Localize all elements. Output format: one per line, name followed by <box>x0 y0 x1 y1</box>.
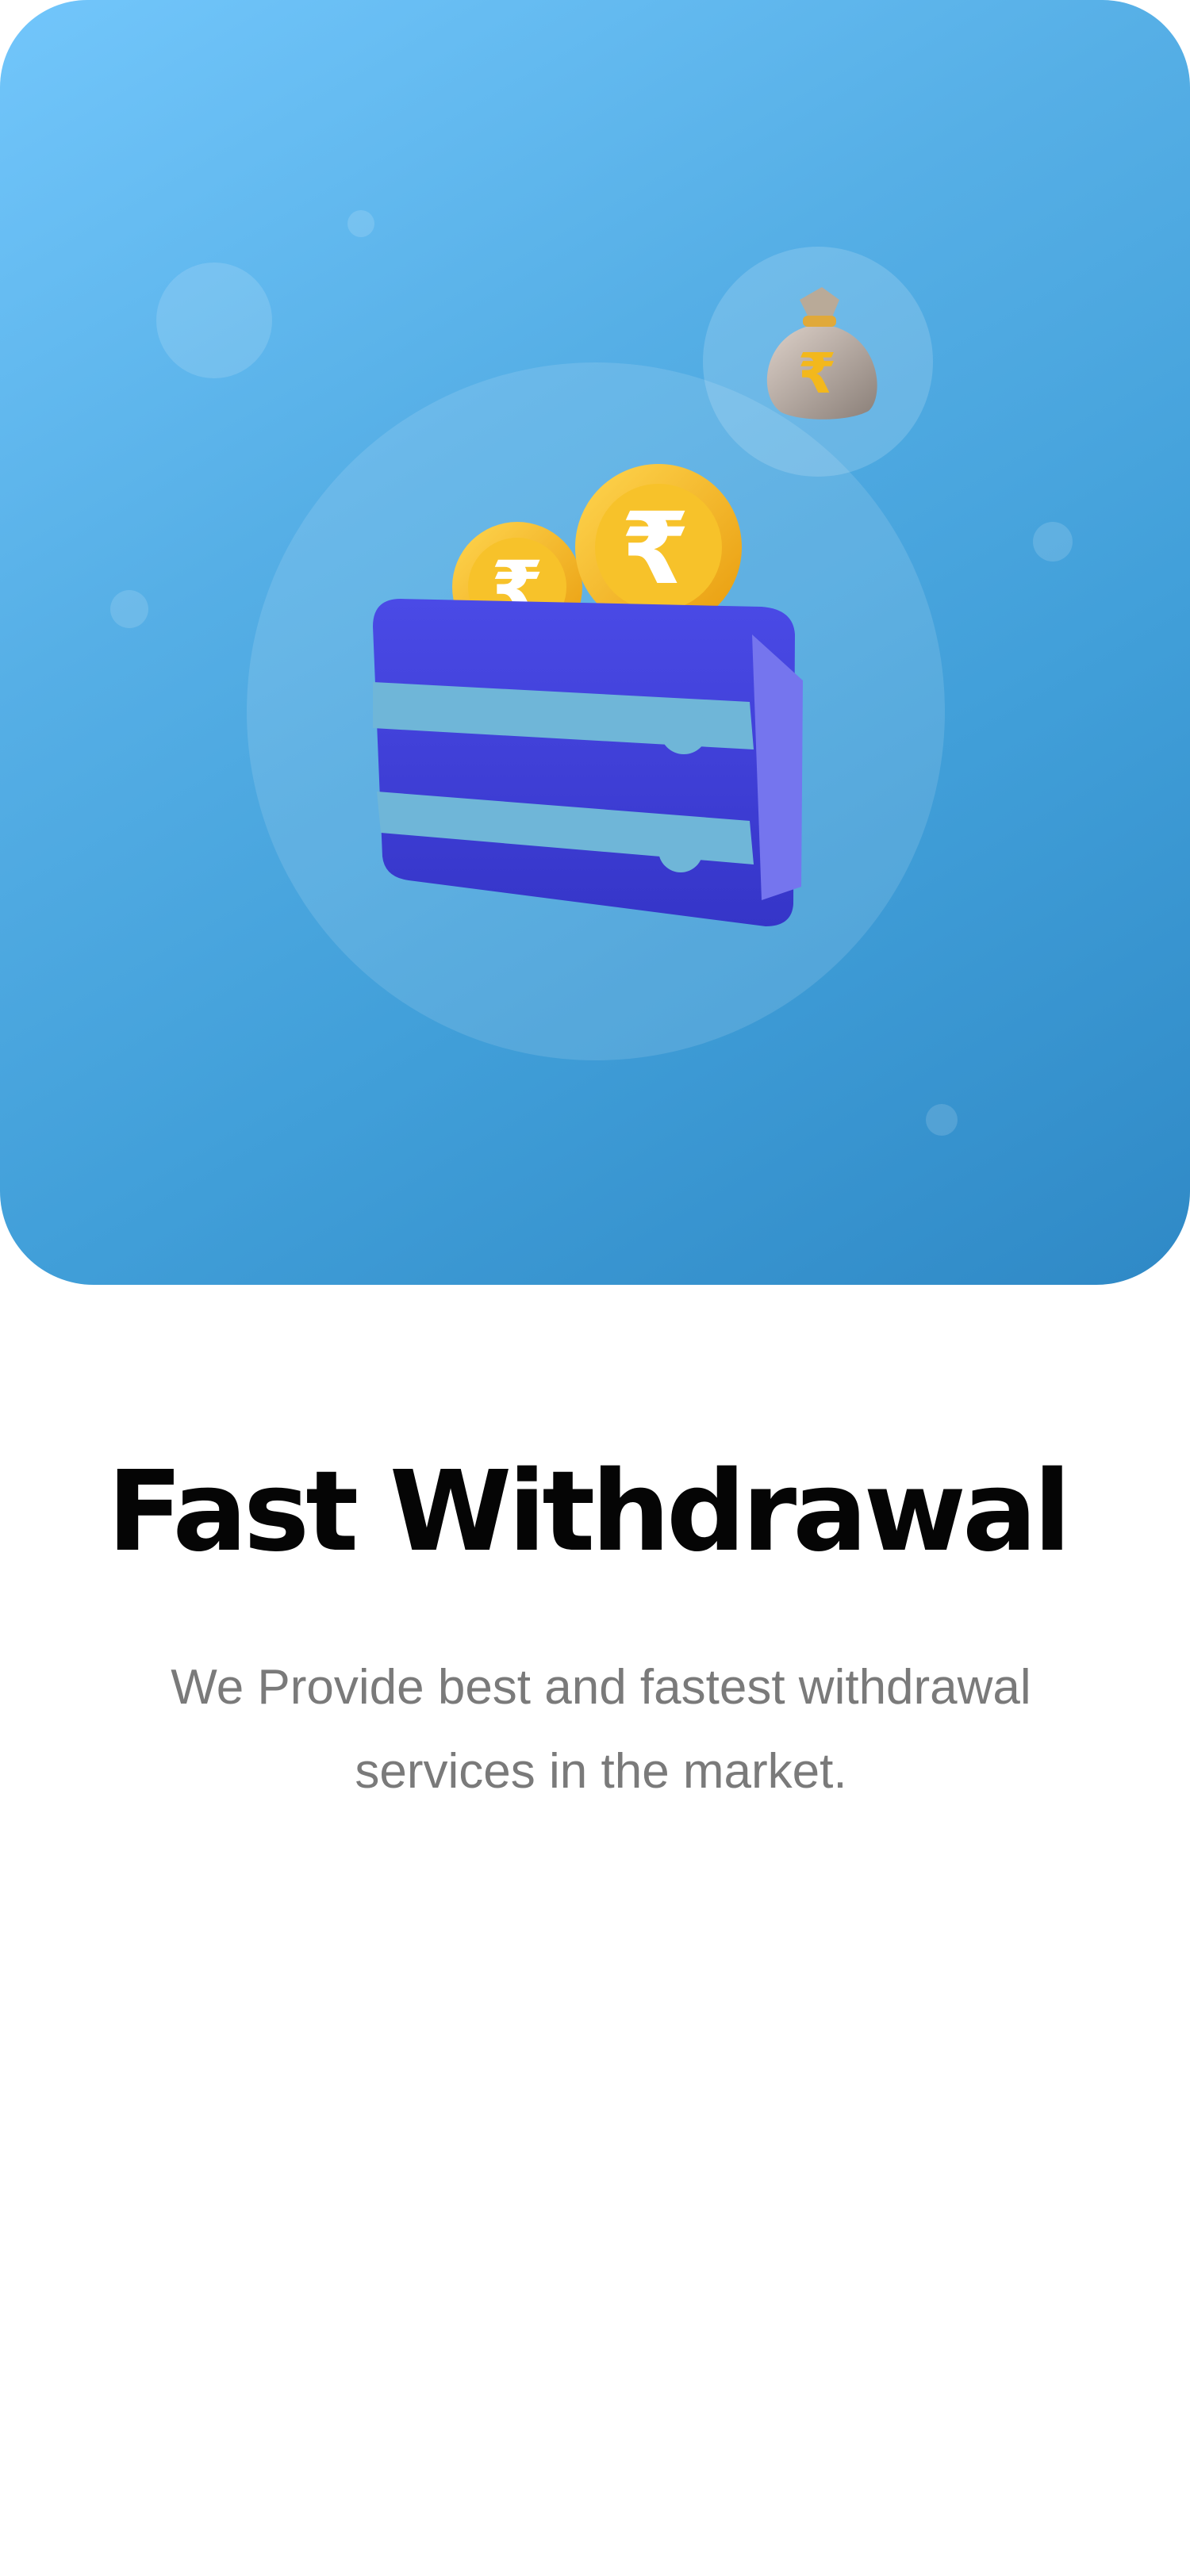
page-title: Fast Withdrawal <box>107 1447 1071 1577</box>
svg-text:₹: ₹ <box>621 492 690 607</box>
wallet-icon <box>373 599 803 926</box>
page-description: We Provide best and fastest withdrawal s… <box>171 1660 1031 1799</box>
svg-text:₹: ₹ <box>798 341 837 406</box>
hero-illustration-card: ₹ ₹ ₹ <box>0 0 1190 1285</box>
hero-illustration: ₹ ₹ ₹ <box>110 210 1073 1136</box>
